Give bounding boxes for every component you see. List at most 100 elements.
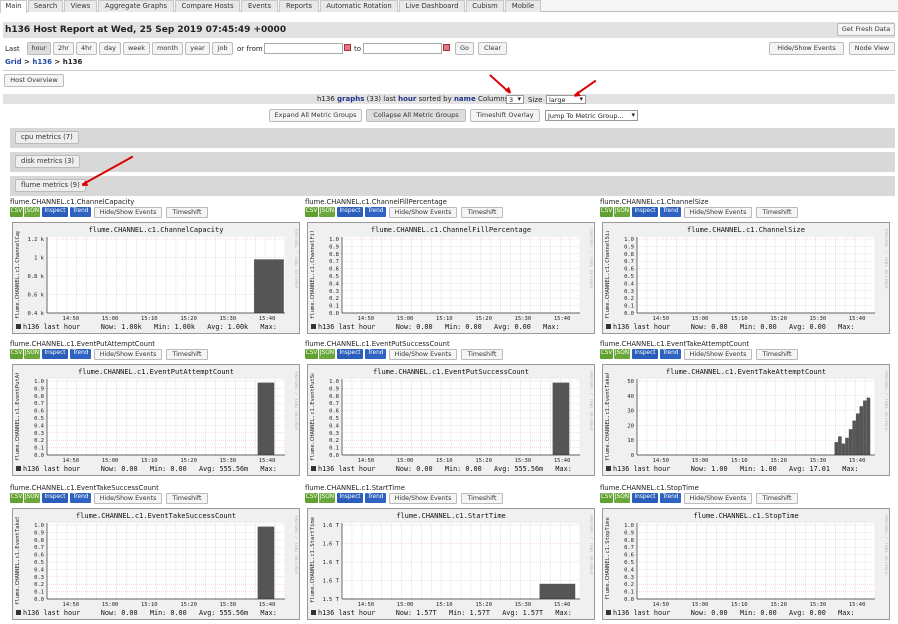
breadcrumb-grid-link[interactable]: Grid — [5, 58, 22, 66]
inspect-button[interactable]: Inspect — [337, 493, 363, 503]
timeshift-button[interactable]: Timeshift — [461, 207, 503, 218]
range-job-button[interactable]: job — [212, 42, 233, 55]
csv-button[interactable]: CSV — [600, 493, 613, 503]
hide-show-events-button[interactable]: Hide/Show Events — [389, 207, 457, 218]
inspect-button[interactable]: Inspect — [337, 207, 363, 217]
csv-button[interactable]: CSV — [600, 349, 613, 359]
tab-live-dashboard[interactable]: Live Dashboard — [399, 0, 465, 12]
trend-button[interactable]: Trend — [660, 493, 681, 503]
hide-show-events-button[interactable]: Hide/Show Events — [684, 493, 752, 504]
tab-main[interactable]: Main — [0, 0, 27, 13]
columns-select[interactable]: 3 — [506, 95, 524, 104]
tab-aggregate-graphs[interactable]: Aggregate Graphs — [98, 0, 174, 12]
hide-show-events-button[interactable]: Hide/Show Events — [684, 349, 752, 360]
csv-button[interactable]: CSV — [10, 493, 23, 503]
trend-button[interactable]: Trend — [70, 207, 91, 217]
trend-button[interactable]: Trend — [70, 349, 91, 359]
metric-graph[interactable]: flume.CHANNEL.c1.StartTime flume.CHANNEL.… — [307, 508, 595, 620]
to-calendar-icon[interactable] — [443, 44, 450, 51]
hide-show-events-button[interactable]: Hide/Show Events — [389, 349, 457, 360]
range-month-button[interactable]: month — [152, 42, 183, 55]
trend-button[interactable]: Trend — [70, 493, 91, 503]
inspect-button[interactable]: Inspect — [632, 349, 658, 359]
tab-automatic-rotation[interactable]: Automatic Rotation — [320, 0, 398, 12]
from-calendar-icon[interactable] — [344, 44, 351, 51]
timeshift-button[interactable]: Timeshift — [756, 349, 798, 360]
timeshift-overlay-button[interactable]: Timeshift Overlay — [470, 109, 540, 122]
inspect-button[interactable]: Inspect — [337, 349, 363, 359]
jump-to-metric-group-select[interactable]: Jump To Metric Group... — [545, 110, 638, 121]
csv-button[interactable]: CSV — [305, 493, 318, 503]
range-2hr-button[interactable]: 2hr — [53, 42, 74, 55]
metric-graph[interactable]: flume.CHANNEL.c1.ChannelSize flume.CHANNE… — [602, 222, 890, 334]
metric-graph[interactable]: flume.CHANNEL.c1.ChannelCapacity flume.CH… — [12, 222, 300, 334]
json-button[interactable]: JSON — [614, 349, 630, 359]
json-button[interactable]: JSON — [319, 493, 335, 503]
hide-show-events-button[interactable]: Hide/Show Events — [389, 493, 457, 504]
json-button[interactable]: JSON — [614, 493, 630, 503]
json-button[interactable]: JSON — [319, 207, 335, 217]
trend-button[interactable]: Trend — [365, 493, 386, 503]
metric-graph[interactable]: flume.CHANNEL.c1.StopTime flume.CHANNEL.c… — [602, 508, 890, 620]
range-year-button[interactable]: year — [185, 42, 210, 55]
timeshift-button[interactable]: Timeshift — [756, 493, 798, 504]
timeshift-button[interactable]: Timeshift — [166, 349, 208, 360]
tab-events[interactable]: Events — [241, 0, 278, 12]
range-week-button[interactable]: week — [123, 42, 150, 55]
inspect-button[interactable]: Inspect — [632, 207, 658, 217]
hide-show-events-button[interactable]: Hide/Show Events — [769, 42, 844, 55]
range-4hr-button[interactable]: 4hr — [76, 42, 97, 55]
trend-button[interactable]: Trend — [365, 349, 386, 359]
hide-show-events-button[interactable]: Hide/Show Events — [94, 349, 162, 360]
timeshift-button[interactable]: Timeshift — [166, 493, 208, 504]
clear-button[interactable]: Clear — [478, 42, 507, 55]
metric-graph[interactable]: flume.CHANNEL.c1.EventTakeAttemptCount fl… — [602, 364, 890, 476]
trend-button[interactable]: Trend — [660, 207, 681, 217]
csv-button[interactable]: CSV — [305, 207, 318, 217]
trend-button[interactable]: Trend — [365, 207, 386, 217]
range-day-button[interactable]: day — [99, 42, 121, 55]
flume-metrics-toggle[interactable]: flume metrics (9) — [15, 179, 86, 192]
metric-graph[interactable]: flume.CHANNEL.c1.EventPutSuccessCount flu… — [307, 364, 595, 476]
metric-graph[interactable]: flume.CHANNEL.c1.EventTakeSuccessCount fl… — [12, 508, 300, 620]
inspect-button[interactable]: Inspect — [632, 493, 658, 503]
trend-button[interactable]: Trend — [660, 349, 681, 359]
tab-views[interactable]: Views — [64, 0, 97, 12]
json-button[interactable]: JSON — [24, 493, 40, 503]
json-button[interactable]: JSON — [319, 349, 335, 359]
csv-button[interactable]: CSV — [10, 349, 23, 359]
timeshift-button[interactable]: Timeshift — [461, 349, 503, 360]
breadcrumb-host-link[interactable]: h136 — [32, 58, 52, 66]
timeshift-button[interactable]: Timeshift — [166, 207, 208, 218]
tab-reports[interactable]: Reports — [279, 0, 319, 12]
hide-show-events-button[interactable]: Hide/Show Events — [94, 207, 162, 218]
csv-button[interactable]: CSV — [305, 349, 318, 359]
csv-button[interactable]: CSV — [600, 207, 613, 217]
timeshift-button[interactable]: Timeshift — [756, 207, 798, 218]
json-button[interactable]: JSON — [614, 207, 630, 217]
timeshift-button[interactable]: Timeshift — [461, 493, 503, 504]
cpu-metrics-toggle[interactable]: cpu metrics (7) — [15, 131, 79, 144]
csv-button[interactable]: CSV — [10, 207, 23, 217]
collapse-all-button[interactable]: Collapse All Metric Groups — [366, 109, 466, 122]
json-button[interactable]: JSON — [24, 349, 40, 359]
metric-graph[interactable]: flume.CHANNEL.c1.EventPutAttemptCount flu… — [12, 364, 300, 476]
hide-show-events-button[interactable]: Hide/Show Events — [684, 207, 752, 218]
to-date-input[interactable] — [363, 43, 442, 54]
range-hour-button[interactable]: hour — [27, 42, 51, 55]
get-fresh-data-button[interactable]: Get Fresh Data — [837, 23, 895, 36]
tab-mobile[interactable]: Mobile — [505, 0, 541, 12]
inspect-button[interactable]: Inspect — [42, 207, 68, 217]
tab-cubism[interactable]: Cubism — [466, 0, 504, 12]
hide-show-events-button[interactable]: Hide/Show Events — [94, 493, 162, 504]
json-button[interactable]: JSON — [24, 207, 40, 217]
disk-metrics-toggle[interactable]: disk metrics (3) — [15, 155, 81, 168]
tab-compare-hosts[interactable]: Compare Hosts — [175, 0, 240, 12]
tab-search[interactable]: Search — [28, 0, 63, 12]
inspect-button[interactable]: Inspect — [42, 349, 68, 359]
inspect-button[interactable]: Inspect — [42, 493, 68, 503]
expand-all-button[interactable]: Expand All Metric Groups — [269, 109, 362, 122]
host-overview-button[interactable]: Host Overview — [4, 74, 64, 87]
go-button[interactable]: Go — [455, 42, 474, 55]
from-date-input[interactable] — [264, 43, 343, 54]
